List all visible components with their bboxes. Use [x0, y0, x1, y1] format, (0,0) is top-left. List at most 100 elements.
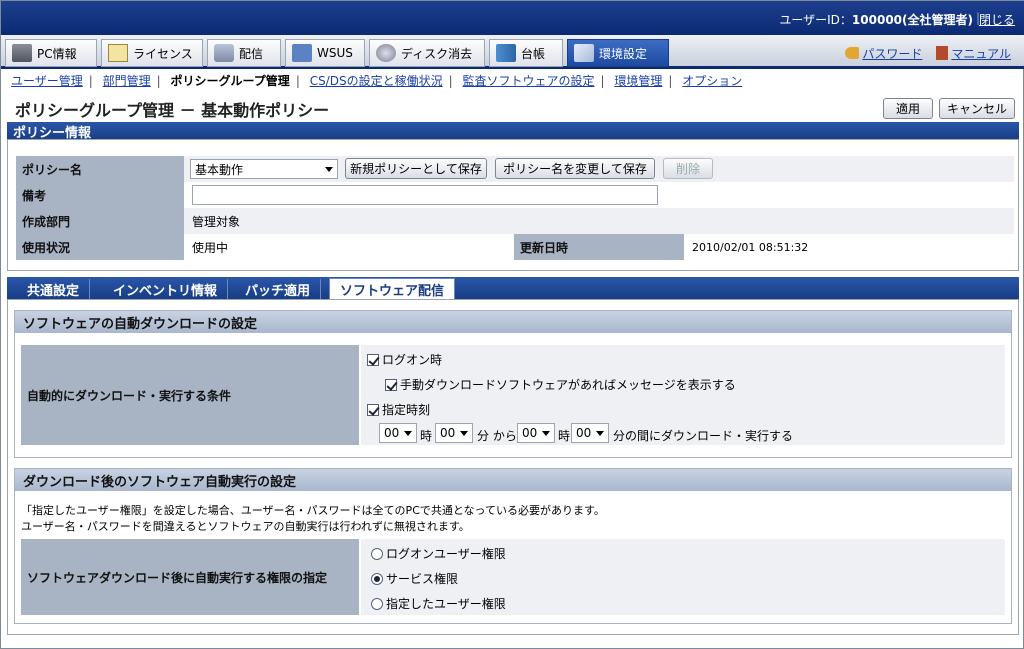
chevron-down-icon [404, 431, 412, 436]
policy-info-header: ポリシー情報 [7, 122, 1019, 141]
divider: | [295, 74, 300, 88]
radio-service[interactable]: サービス権限 [371, 570, 458, 587]
note-row: 備考 [16, 182, 1014, 208]
tab-pc-info[interactable]: PC情報 [5, 39, 97, 67]
tab-license[interactable]: ライセンス [101, 39, 203, 67]
chevron-down-icon [542, 431, 550, 436]
policy-name-row: ポリシー名 基本動作 新規ポリシーとして保存 ポリシー名を変更して保存 削除 [16, 156, 1014, 182]
divider: | [88, 74, 93, 88]
dept-row: 作成部門 管理対象 [16, 208, 1014, 234]
auto-download-title: ソフトウェアの自動ダウンロードの設定 [15, 311, 1011, 333]
policy-name-select[interactable]: 基本動作 [190, 159, 338, 179]
auto-exec-panel: ダウンロード後のソフトウェア自動実行の設定 「指定したユーザー権限」を設定した場… [14, 468, 1012, 624]
logon-checkbox[interactable]: ログオン時 [367, 351, 442, 368]
checkbox-checked-icon [367, 353, 379, 366]
checkbox-checked-icon [385, 378, 397, 391]
submenu-audit-software[interactable]: 監査ソフトウェアの設定 [462, 74, 594, 88]
divider: | [156, 74, 161, 88]
hour-label: 時 [420, 429, 433, 443]
hour-label: 時 [558, 429, 571, 443]
submenu-dept-mgmt[interactable]: 部門管理 [103, 74, 151, 88]
password-link[interactable]: パスワード [845, 45, 922, 62]
chevron-down-icon [460, 431, 468, 436]
user-id-value: 100000(全社管理者) [851, 13, 973, 27]
specified-time-checkbox[interactable]: 指定時刻 [367, 401, 430, 418]
apply-button[interactable]: 適用 [883, 98, 933, 119]
rename-save-button[interactable]: ポリシー名を変更して保存 [495, 158, 655, 179]
save-as-new-button[interactable]: 新規ポリシーとして保存 [345, 158, 487, 179]
usage-value: 使用中 [184, 234, 514, 260]
updated-label: 更新日時 [514, 234, 684, 260]
updated-value: 2010/02/01 08:51:32 [684, 234, 1014, 260]
sub-tab-bar: 共通設定 インベントリ情報 パッチ適用 ソフトウェア配信 [7, 277, 1019, 299]
radio-off-icon [371, 597, 383, 610]
page-title: ポリシーグループ管理 － 基本動作ポリシー [15, 101, 330, 120]
tab-distribution[interactable]: 配信 [207, 39, 281, 67]
disk-erase-icon [376, 44, 396, 62]
chevron-down-icon [596, 431, 604, 436]
download-window-label: 分の間にダウンロード・実行する [613, 429, 794, 443]
manual-message-checkbox[interactable]: 手動ダウンロードソフトウェアがあればメッセージを表示する [385, 376, 736, 393]
sub-menu: ユーザー管理 | 部門管理 | ポリシーグループ管理 | CS/DSの設定と稼働状況 |… [11, 72, 742, 89]
user-id-label: ユーザーID： [779, 13, 852, 27]
software-distribution-panel: ソフトウェアの自動ダウンロードの設定 自動的にダウンロード・実行する条件 ログオ… [7, 299, 1019, 635]
pc-icon [12, 44, 32, 62]
main-tab-bar: PC情報 ライセンス 配信 WSUS ディスク消去 台帳 環境設定 パスワード … [1, 35, 1024, 69]
radio-on-icon [371, 572, 383, 585]
submenu-user-mgmt[interactable]: ユーザー管理 [11, 74, 83, 88]
key-icon [845, 47, 860, 59]
auto-exec-note-2: ユーザー名・パスワードを間違えるとソフトウェアの自動実行は行われずに無視されます… [21, 520, 470, 533]
top-bar: ユーザーID：100000(全社管理者) | 閉じる [1, 1, 1024, 35]
checkbox-checked-icon [367, 403, 379, 416]
license-icon [108, 44, 128, 62]
settings-icon [574, 44, 594, 62]
cancel-button[interactable]: キャンセル [939, 98, 1015, 119]
note-label: 備考 [16, 182, 184, 208]
manual-link[interactable]: マニュアル [936, 45, 1011, 62]
tab-inventory[interactable]: インベントリ情報 [103, 279, 229, 299]
tab-wsus[interactable]: WSUS [285, 39, 365, 67]
submenu-policy-group: ポリシーグループ管理 [170, 74, 290, 88]
policy-name-cell: 基本動作 新規ポリシーとして保存 ポリシー名を変更して保存 削除 [184, 156, 1014, 182]
user-info: ユーザーID：100000(全社管理者) [779, 11, 973, 28]
submenu-cs-ds[interactable]: CS/DSの設定と稼働状況 [310, 74, 443, 88]
close-link[interactable]: 閉じる [979, 11, 1015, 28]
delete-button[interactable]: 削除 [663, 158, 713, 179]
divider: | [448, 74, 453, 88]
end-minute-select[interactable]: 00 [571, 423, 609, 443]
right-links: パスワード マニュアル [845, 45, 1011, 62]
radio-specified-user[interactable]: 指定したユーザー権限 [371, 595, 506, 612]
end-hour-select[interactable]: 00 [517, 423, 555, 443]
submenu-env-mgmt[interactable]: 環境管理 [614, 74, 662, 88]
tab-common-settings[interactable]: 共通設定 [17, 279, 91, 299]
radio-logon-user[interactable]: ログオンユーザー権限 [371, 545, 506, 562]
tab-ledger[interactable]: 台帳 [489, 39, 563, 67]
policy-info-panel: ポリシー名 基本動作 新規ポリシーとして保存 ポリシー名を変更して保存 削除 備… [7, 139, 1019, 271]
note-input[interactable] [192, 185, 658, 205]
minute-from-label: 分 から [477, 429, 517, 443]
usage-label: 使用状況 [16, 234, 184, 260]
dept-label: 作成部門 [16, 208, 184, 234]
tab-settings[interactable]: 環境設定 [567, 39, 669, 67]
tab-disk-erase[interactable]: ディスク消去 [369, 39, 485, 67]
start-hour-select[interactable]: 00 [379, 423, 417, 443]
note-cell [184, 182, 1014, 208]
divider: | [668, 74, 673, 88]
auto-download-panel: ソフトウェアの自動ダウンロードの設定 自動的にダウンロード・実行する条件 ログオ… [14, 310, 1012, 458]
window-frame: ユーザーID：100000(全社管理者) | 閉じる PC情報 ライセンス 配信… [0, 0, 1024, 649]
tab-software-distribution[interactable]: ソフトウェア配信 [329, 278, 456, 299]
book-icon [936, 46, 949, 60]
ledger-icon [496, 44, 516, 62]
wsus-icon [292, 44, 312, 62]
chevron-down-icon [325, 167, 333, 172]
auto-exec-title: ダウンロード後のソフトウェア自動実行の設定 [15, 469, 1011, 491]
download-condition-label: 自動的にダウンロード・実行する条件 [21, 345, 359, 445]
radio-off-icon [371, 547, 383, 560]
usage-row: 使用状況 使用中 更新日時 2010/02/01 08:51:32 [16, 234, 1014, 260]
dept-value: 管理対象 [184, 208, 1014, 234]
start-minute-select[interactable]: 00 [435, 423, 473, 443]
divider: | [600, 74, 605, 88]
submenu-options[interactable]: オプション [682, 74, 742, 88]
tab-patch[interactable]: パッチ適用 [235, 279, 322, 299]
auto-exec-note-1: 「指定したユーザー権限」を設定した場合、ユーザー名・パスワードは全てのPCで共通… [21, 504, 605, 517]
